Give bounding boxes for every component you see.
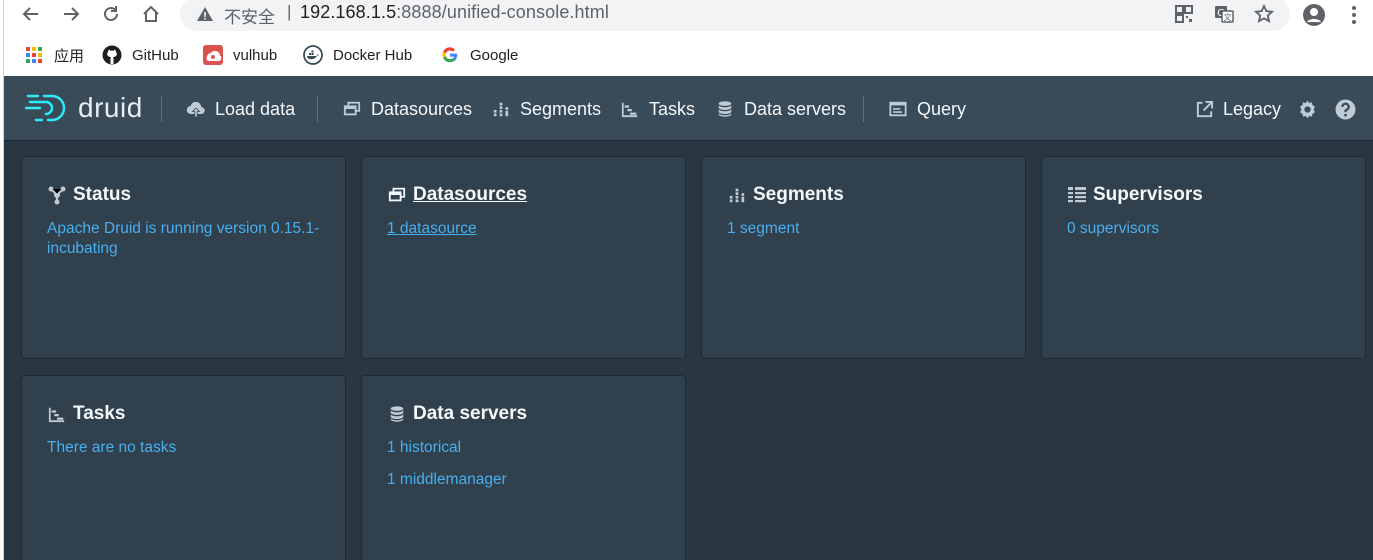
nav-segments[interactable]: Segments (491, 96, 601, 122)
druid-logo[interactable]: druid (24, 90, 143, 126)
cog-icon[interactable] (1294, 96, 1320, 122)
url-host: 192.168.1.5 (300, 2, 397, 22)
google-icon (440, 45, 460, 65)
nav-datasources[interactable]: Datasources (342, 96, 472, 122)
status-card[interactable]: Status Apache Druid is running version 0… (22, 157, 345, 358)
svg-text:文: 文 (1224, 12, 1232, 22)
druid-navbar: druid Load data Datasources Segments Tas… (4, 76, 1373, 140)
segments-card-title: Segments (727, 183, 1025, 207)
middlemanager-count-text: 1 middlemanager (387, 471, 507, 488)
bookmark-apps[interactable]: 应用 (24, 44, 84, 66)
logo-text: druid (78, 92, 143, 123)
tasks-card-title: Tasks (47, 402, 345, 426)
translate-icon[interactable]: G文 (1213, 3, 1235, 25)
account-icon[interactable] (1301, 2, 1327, 28)
datasources-card-title[interactable]: Datasources (387, 183, 685, 207)
druid-console: druid Load data Datasources Segments Tas… (4, 76, 1373, 560)
gantt-chart-icon (47, 404, 67, 424)
vulhub-icon (203, 45, 223, 65)
druid-logo-icon (24, 94, 66, 122)
datasources-card[interactable]: Datasources 1 datasource (362, 157, 685, 358)
nav-divider (161, 96, 162, 122)
card-title-text: Data servers (413, 403, 528, 424)
supervisors-card[interactable]: Supervisors 0 supervisors (1042, 157, 1365, 358)
graph-icon (47, 185, 67, 205)
historical-count-text: 1 historical (387, 439, 462, 456)
menu-icon[interactable] (1341, 2, 1367, 28)
multi-select-icon (342, 99, 362, 119)
datasource-count-link[interactable]: 1 datasource (387, 219, 667, 239)
bookmark-docker-hub[interactable]: Docker Hub (303, 44, 412, 66)
card-title-text: Datasources (413, 184, 528, 205)
nav-label: Tasks (649, 98, 696, 119)
bookmark-label: Google (470, 46, 519, 64)
help-icon[interactable] (1332, 96, 1358, 122)
nav-divider (317, 96, 318, 122)
address-separator: | (287, 2, 292, 21)
browser-toolbar: 不安全 | 192.168.1.5:8888/unified-console.h… (4, 0, 1373, 31)
gantt-chart-icon (620, 99, 640, 119)
nav-label: Datasources (371, 98, 473, 119)
multi-select-icon (387, 185, 407, 205)
star-icon[interactable] (1253, 3, 1275, 25)
bookmark-label: GitHub (132, 46, 179, 64)
data-servers-card[interactable]: Data servers 1 historical 1 middlemanage… (362, 376, 685, 560)
card-title-text: Segments (753, 184, 844, 205)
card-title-text: Status (73, 184, 132, 205)
card-title-text: Supervisors (1093, 184, 1203, 205)
nav-query[interactable]: Query (888, 96, 966, 122)
database-icon (715, 99, 735, 119)
nav-label: Load data (215, 98, 296, 119)
bookmark-vulhub[interactable]: vulhub (203, 44, 277, 66)
nav-tasks[interactable]: Tasks (620, 96, 695, 122)
nav-label: Segments (520, 98, 602, 119)
bookmark-google[interactable]: Google (440, 44, 518, 66)
bookmark-label: 应用 (54, 47, 85, 65)
nav-label: Data servers (744, 98, 847, 119)
nav-label: Query (917, 98, 967, 119)
address-bar[interactable]: 不安全 | 192.168.1.5:8888/unified-console.h… (180, 0, 1290, 31)
nav-data-servers[interactable]: Data servers (715, 96, 846, 122)
segments-card[interactable]: Segments 1 segment (702, 157, 1025, 358)
github-icon (102, 45, 122, 65)
qr-code-icon[interactable] (1173, 3, 1195, 25)
reload-icon[interactable] (98, 2, 124, 26)
database-icon (387, 404, 407, 424)
warning-icon[interactable] (196, 5, 214, 23)
list-columns-icon (1067, 185, 1087, 205)
nav-divider (863, 96, 864, 122)
url-text: 192.168.1.5:8888/unified-console.html (300, 2, 609, 23)
status-card-title: Status (47, 183, 345, 207)
bookmark-github[interactable]: GitHub (102, 44, 179, 66)
home-icon[interactable] (138, 2, 164, 26)
nav-legacy[interactable]: Legacy (1194, 96, 1281, 122)
forward-icon[interactable] (58, 2, 84, 26)
docker-icon (303, 45, 323, 65)
stacked-chart-icon (491, 99, 511, 119)
tasks-empty-text: There are no tasks (47, 439, 177, 456)
insecure-label: 不安全 (224, 8, 275, 28)
share-icon (1194, 99, 1214, 119)
supervisor-count-text: 0 supervisors (1067, 220, 1160, 237)
status-version-text: Apache Druid is running version 0.15.1-i… (47, 220, 320, 257)
application-icon (888, 99, 908, 119)
nav-load-data[interactable]: Load data (186, 96, 295, 122)
nav-label: Legacy (1223, 98, 1282, 119)
bookmarks-bar: 应用 GitHub vulhub Docker Hub Google (4, 36, 1373, 72)
card-title-text: Tasks (73, 403, 126, 424)
back-icon[interactable] (18, 2, 44, 26)
tasks-card[interactable]: Tasks There are no tasks (22, 376, 345, 560)
url-path: :8888/unified-console.html (396, 2, 609, 22)
apps-grid-icon (24, 45, 44, 65)
bookmark-label: vulhub (233, 46, 278, 64)
stacked-chart-icon (727, 185, 747, 205)
bookmark-label: Docker Hub (333, 46, 413, 64)
segment-count-text: 1 segment (727, 220, 800, 237)
cloud-upload-icon (186, 99, 206, 119)
data-servers-card-title: Data servers (387, 402, 685, 426)
supervisors-card-title: Supervisors (1067, 183, 1365, 207)
